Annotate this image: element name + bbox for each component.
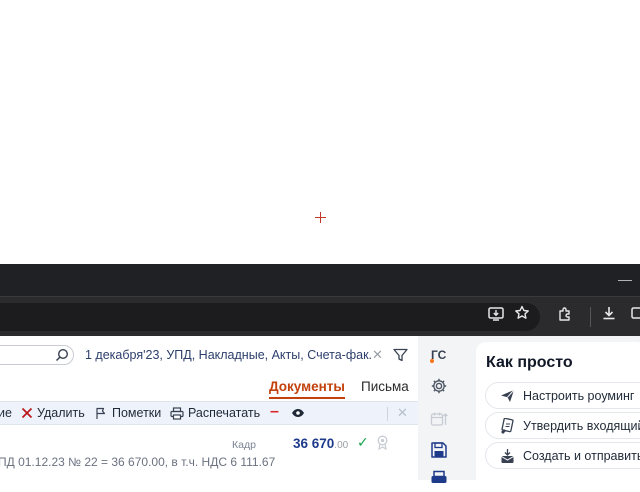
browser-toolbar bbox=[0, 296, 640, 336]
certificate-badge-icon bbox=[377, 435, 388, 450]
app-content: 1 декабря'23, УПД, Накладные, Акты, Счет… bbox=[0, 336, 640, 492]
document-amount: 36 670.00 bbox=[293, 436, 348, 451]
minimize-icon[interactable]: — bbox=[618, 271, 632, 287]
install-app-icon[interactable] bbox=[485, 305, 507, 327]
remove-button[interactable]: – bbox=[270, 403, 279, 421]
settings-gear-icon[interactable] bbox=[430, 377, 448, 395]
create-send-icon bbox=[501, 448, 514, 463]
browser-titlebar: — bbox=[0, 264, 640, 296]
close-toolbar-icon[interactable]: ✕ bbox=[397, 405, 408, 421]
truncated-action-label: ие bbox=[0, 406, 12, 420]
clear-filter-icon[interactable]: ✕ bbox=[372, 347, 383, 363]
blank-page-area bbox=[0, 0, 640, 264]
right-icon-bar: ГС bbox=[418, 336, 474, 483]
print-label: Распечатать bbox=[188, 406, 261, 420]
flag-icon bbox=[96, 407, 106, 419]
printer-sidebar-icon[interactable] bbox=[430, 470, 448, 488]
eye-icon[interactable] bbox=[291, 408, 305, 418]
document-description: ПД 01.12.23 № 22 = 36 670.00, в т.ч. НДС… bbox=[0, 455, 276, 469]
toolbar-separator bbox=[590, 307, 591, 327]
approve-incoming-button[interactable]: Утвердить входящий bbox=[485, 412, 640, 439]
tab-documents[interactable]: Документы bbox=[269, 379, 345, 399]
window-icon[interactable] bbox=[626, 305, 640, 327]
document-kind: Кадр bbox=[232, 439, 256, 451]
printer-icon bbox=[170, 406, 184, 420]
amount-integer: 36 670 bbox=[293, 436, 335, 451]
delete-button[interactable]: Удалить bbox=[21, 406, 85, 420]
paper-plane-icon bbox=[501, 389, 515, 402]
bookmark-star-icon[interactable] bbox=[511, 305, 533, 327]
truncated-action-button[interactable]: ие bbox=[0, 406, 12, 420]
active-filter-summary[interactable]: 1 декабря'23, УПД, Накладные, Акты, Счет… bbox=[85, 348, 371, 362]
search-icon[interactable] bbox=[55, 348, 69, 362]
marks-button[interactable]: Пометки bbox=[95, 406, 161, 420]
action-toolbar: ие Удалить Пометки Распечатать – ✕ bbox=[0, 401, 418, 425]
amount-decimal: .00 bbox=[334, 440, 349, 451]
crosshair-cursor-icon bbox=[315, 212, 326, 223]
approve-incoming-label: Утвердить входящий bbox=[523, 418, 640, 433]
extensions-icon[interactable] bbox=[554, 305, 576, 327]
setup-roaming-label: Настроить роуминг bbox=[523, 388, 635, 403]
create-send-label: Создать и отправить bbox=[523, 448, 640, 463]
delete-label: Удалить bbox=[37, 406, 85, 420]
sign-document-icon bbox=[501, 417, 514, 434]
filter-funnel-icon[interactable] bbox=[393, 348, 408, 362]
calendar-upload-icon[interactable] bbox=[430, 410, 448, 428]
address-bar[interactable] bbox=[0, 303, 540, 331]
table-row[interactable]: Кадр 36 670.00 ✓ ПД 01.12.23 № 22 = 36 6… bbox=[0, 426, 418, 480]
setup-roaming-button[interactable]: Настроить роуминг bbox=[485, 382, 640, 409]
quick-actions-panel: Как просто Настроить роуминг Утвердить в… bbox=[476, 342, 640, 492]
marks-label: Пометки bbox=[112, 406, 162, 420]
create-send-button[interactable]: Создать и отправить bbox=[485, 442, 640, 469]
notification-dot bbox=[430, 359, 434, 363]
download-icon[interactable] bbox=[598, 305, 620, 327]
print-button[interactable]: Распечатать bbox=[170, 406, 260, 420]
tab-letters[interactable]: Письма bbox=[361, 379, 409, 394]
documents-pane: 1 декабря'23, УПД, Накладные, Акты, Счет… bbox=[0, 336, 418, 480]
delete-x-icon bbox=[21, 407, 33, 419]
action-separator bbox=[387, 407, 388, 421]
panel-title: Как просто bbox=[486, 354, 573, 371]
signed-check-icon: ✓ bbox=[357, 434, 369, 450]
save-disk-icon[interactable] bbox=[430, 441, 448, 459]
